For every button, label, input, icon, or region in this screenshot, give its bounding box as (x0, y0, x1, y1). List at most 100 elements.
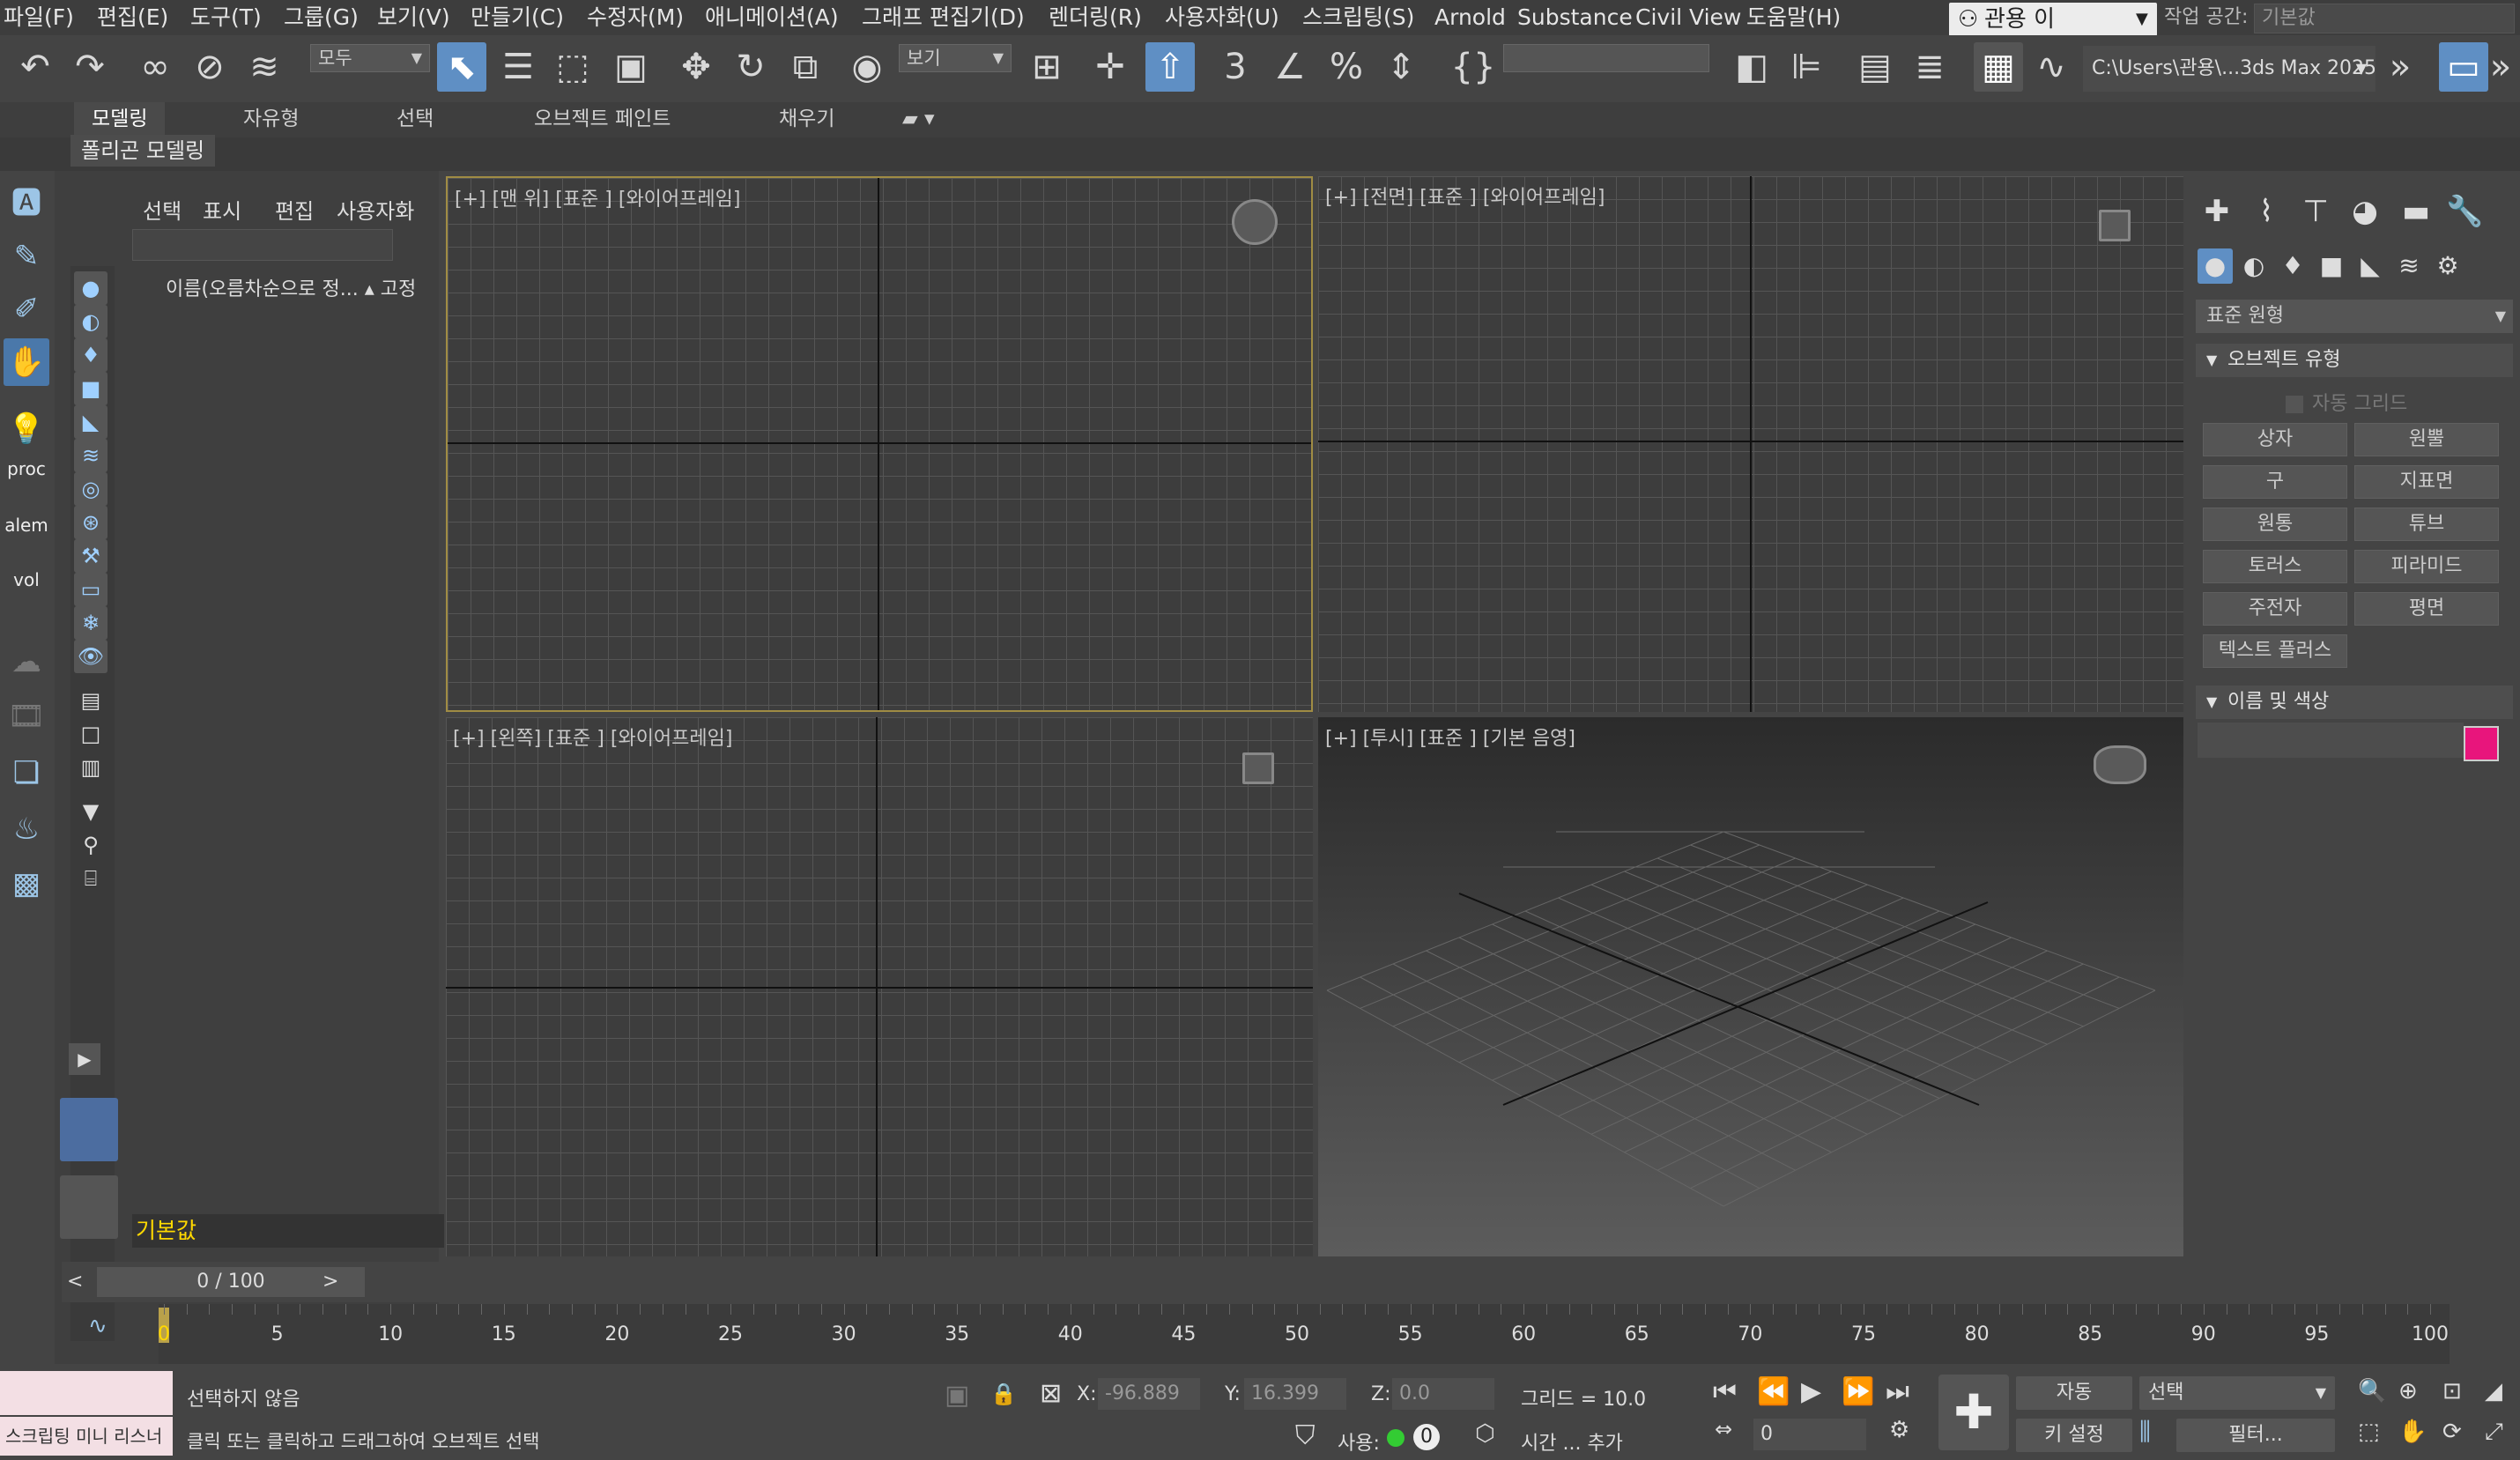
torus-button[interactable]: 토러스 (2203, 550, 2347, 583)
tab-object-paint[interactable]: 오브젝트 페인트 (516, 102, 688, 136)
spinner-snap-icon[interactable]: ⇕ (1376, 42, 1426, 92)
redo-icon[interactable]: ↷ (65, 42, 115, 92)
text-plus-button[interactable]: 텍스트 플러스 (2203, 634, 2347, 668)
bulb-icon[interactable]: ♨ (4, 805, 49, 853)
move-icon[interactable]: ✥ (671, 42, 721, 92)
menu-view[interactable]: 보기(V) (377, 0, 450, 35)
se-menu-edit[interactable]: 편집 (275, 194, 314, 225)
percent-snap-icon[interactable]: % (1322, 42, 1371, 92)
play-icon[interactable]: ▶ (1801, 1376, 1821, 1407)
zoom-extents-icon[interactable]: ⊡ (2442, 1378, 2462, 1404)
next-key-icon[interactable]: ⏩ (1842, 1376, 1874, 1407)
primitive-type-dropdown[interactable]: 표준 원형 ▼ (2196, 300, 2513, 333)
text-shape-icon[interactable]: ✐ (4, 285, 49, 333)
viewport-layout-icon[interactable] (60, 1098, 118, 1161)
text-tool-icon[interactable]: 🅰 (4, 180, 49, 227)
mirror-icon[interactable]: ◧ (1727, 42, 1776, 92)
tube-button[interactable]: 튜브 (2354, 508, 2499, 541)
utilities-tab-icon[interactable]: 🔧 (2446, 192, 2483, 231)
geosphere-button[interactable]: 지표면 (2354, 465, 2499, 499)
tangent-icon[interactable]: ⫼ (2139, 1417, 2151, 1447)
menu-scripting[interactable]: 스크립팅(S) (1302, 0, 1414, 35)
project-path-dropdown[interactable]: C:\Users\관용\...3ds Max 2025 ▼ (2083, 46, 2376, 92)
angle-snap-icon[interactable]: ∠ (1265, 42, 1315, 92)
workspace-dropdown[interactable]: 기본값 (2254, 4, 2515, 33)
menu-rendering[interactable]: 렌더링(R) (1049, 0, 1142, 35)
cylinder-button[interactable]: 원통 (2203, 508, 2347, 541)
lock-icon[interactable]: 🔒 (990, 1382, 1017, 1406)
x-coordinate-input[interactable]: -96.889 (1098, 1378, 1200, 1410)
bind-space-warp-icon[interactable]: ≋ (240, 42, 289, 92)
prev-frame-icon[interactable]: < (67, 1271, 83, 1293)
menu-create[interactable]: 만들기(C) (471, 0, 564, 35)
group-filter-icon[interactable]: ◎ (74, 472, 107, 506)
absolute-mode-icon[interactable]: ⊠ (1040, 1378, 1062, 1409)
create-tab-icon[interactable]: ✚ (2198, 192, 2236, 231)
scale-icon[interactable]: ⧉ (781, 42, 830, 92)
align-icon[interactable]: ⊫ (1782, 42, 1831, 92)
link-icon[interactable]: ∞ (130, 42, 180, 92)
viewcube-icon[interactable] (2094, 745, 2146, 784)
set-key-button[interactable]: ✚ (1938, 1375, 2009, 1450)
select-by-name-icon[interactable]: ☰ (493, 42, 543, 92)
layer-manager-icon[interactable]: ▤ (1850, 42, 1900, 92)
time-config-icon[interactable]: ⚙ (1889, 1417, 1909, 1443)
menu-civil-view[interactable]: Civil View (1635, 0, 1741, 35)
menu-group[interactable]: 그룹(G) (284, 0, 359, 35)
container-filter-icon[interactable]: ▭ (74, 573, 107, 606)
object-color-swatch[interactable] (2464, 726, 2499, 761)
se-menu-select[interactable]: 선택 (143, 194, 182, 225)
isolate-icon[interactable]: ▣ (945, 1380, 969, 1411)
frozen-filter-icon[interactable]: ❄ (74, 606, 107, 640)
menu-graph-editors[interactable]: 그래프 편집기(D) (862, 0, 1025, 35)
keyboard-shortcut-icon[interactable]: ⇧ (1145, 42, 1195, 92)
viewport-top-label[interactable]: [+] [맨 위] [표준 ] [와이어프레임] (455, 183, 740, 211)
play-icon[interactable]: ▶ (69, 1043, 100, 1075)
next-frame-icon[interactable]: > (322, 1271, 338, 1293)
more-tools-icon[interactable]: » (2375, 42, 2425, 92)
rect-selection-icon[interactable]: ⬚ (548, 42, 597, 92)
overflow-icon[interactable]: » (2481, 42, 2520, 92)
goto-end-icon[interactable]: ⏭ (1886, 1376, 1909, 1407)
undo-icon[interactable]: ↶ (11, 42, 60, 92)
auto-grid-checkbox[interactable]: 자동 그리드 (2286, 388, 2407, 416)
proc-label[interactable]: proc (4, 458, 49, 506)
systems-category-icon[interactable]: ⚙ (2430, 248, 2465, 284)
bone-filter-icon[interactable]: ⚒ (74, 539, 107, 573)
viewport-left-label[interactable]: [+] [왼쪽] [표준 ] [와이어프레임] (453, 723, 732, 751)
viewport-perspective-label[interactable]: [+] [투시] [표준 ] [기본 음영] (1325, 723, 1575, 751)
prev-key-icon[interactable]: ⏪ (1757, 1376, 1790, 1407)
viewport-front-label[interactable]: [+] [전면] [표준 ] [와이어프레임] (1325, 182, 1605, 210)
key-filter-dropdown[interactable]: 선택 ▼ (2139, 1376, 2335, 1410)
lights-category-icon[interactable]: ♦ (2275, 248, 2310, 284)
cameras-category-icon[interactable]: ■ (2314, 248, 2349, 284)
z-coordinate-input[interactable]: 0.0 (1392, 1378, 1494, 1410)
viewcube-icon[interactable] (2099, 210, 2131, 241)
display-tab-icon[interactable]: ▬ (2397, 192, 2435, 231)
text-edit-icon[interactable]: ✎ (4, 233, 49, 280)
film-tool-icon[interactable]: 🎞 (4, 693, 49, 740)
cube-icon[interactable]: ⬡ (1475, 1420, 1495, 1447)
pyramid-button[interactable]: 피라미드 (2354, 550, 2499, 583)
snap-toggle-icon[interactable]: 3 (1211, 42, 1260, 92)
select-invert-icon[interactable]: ▥ (74, 751, 107, 784)
single-viewport-icon[interactable] (60, 1175, 118, 1239)
named-selection-dropdown[interactable] (1503, 44, 1709, 72)
viewcube-icon[interactable] (1232, 199, 1278, 245)
window-crossing-icon[interactable]: ▣ (606, 42, 656, 92)
unlink-icon[interactable]: ⊘ (185, 42, 234, 92)
tab-freeform[interactable]: 자유형 (226, 102, 316, 136)
goto-start-icon[interactable]: ⏮ (1713, 1376, 1737, 1407)
menu-modifiers[interactable]: 수정자(M) (587, 0, 684, 35)
filter-settings-icon[interactable]: ⚲ (74, 828, 107, 862)
auto-key-button[interactable]: 자동 (2016, 1376, 2132, 1410)
pivot-icon[interactable]: ⊞ (1022, 42, 1071, 92)
graphite-tools-icon[interactable]: ▦ (1974, 42, 2023, 92)
modify-tab-icon[interactable]: ⌇ (2247, 192, 2286, 231)
select-place-icon[interactable]: ◉ (842, 42, 892, 92)
viewcube-icon[interactable] (1242, 752, 1274, 784)
shield-icon[interactable]: ⛉ (1295, 1420, 1316, 1451)
select-none-icon[interactable]: □ (74, 717, 107, 751)
pan-icon[interactable]: ✋ (2398, 1419, 2427, 1445)
set-key-mode-button[interactable]: 키 설정 (2016, 1419, 2132, 1452)
